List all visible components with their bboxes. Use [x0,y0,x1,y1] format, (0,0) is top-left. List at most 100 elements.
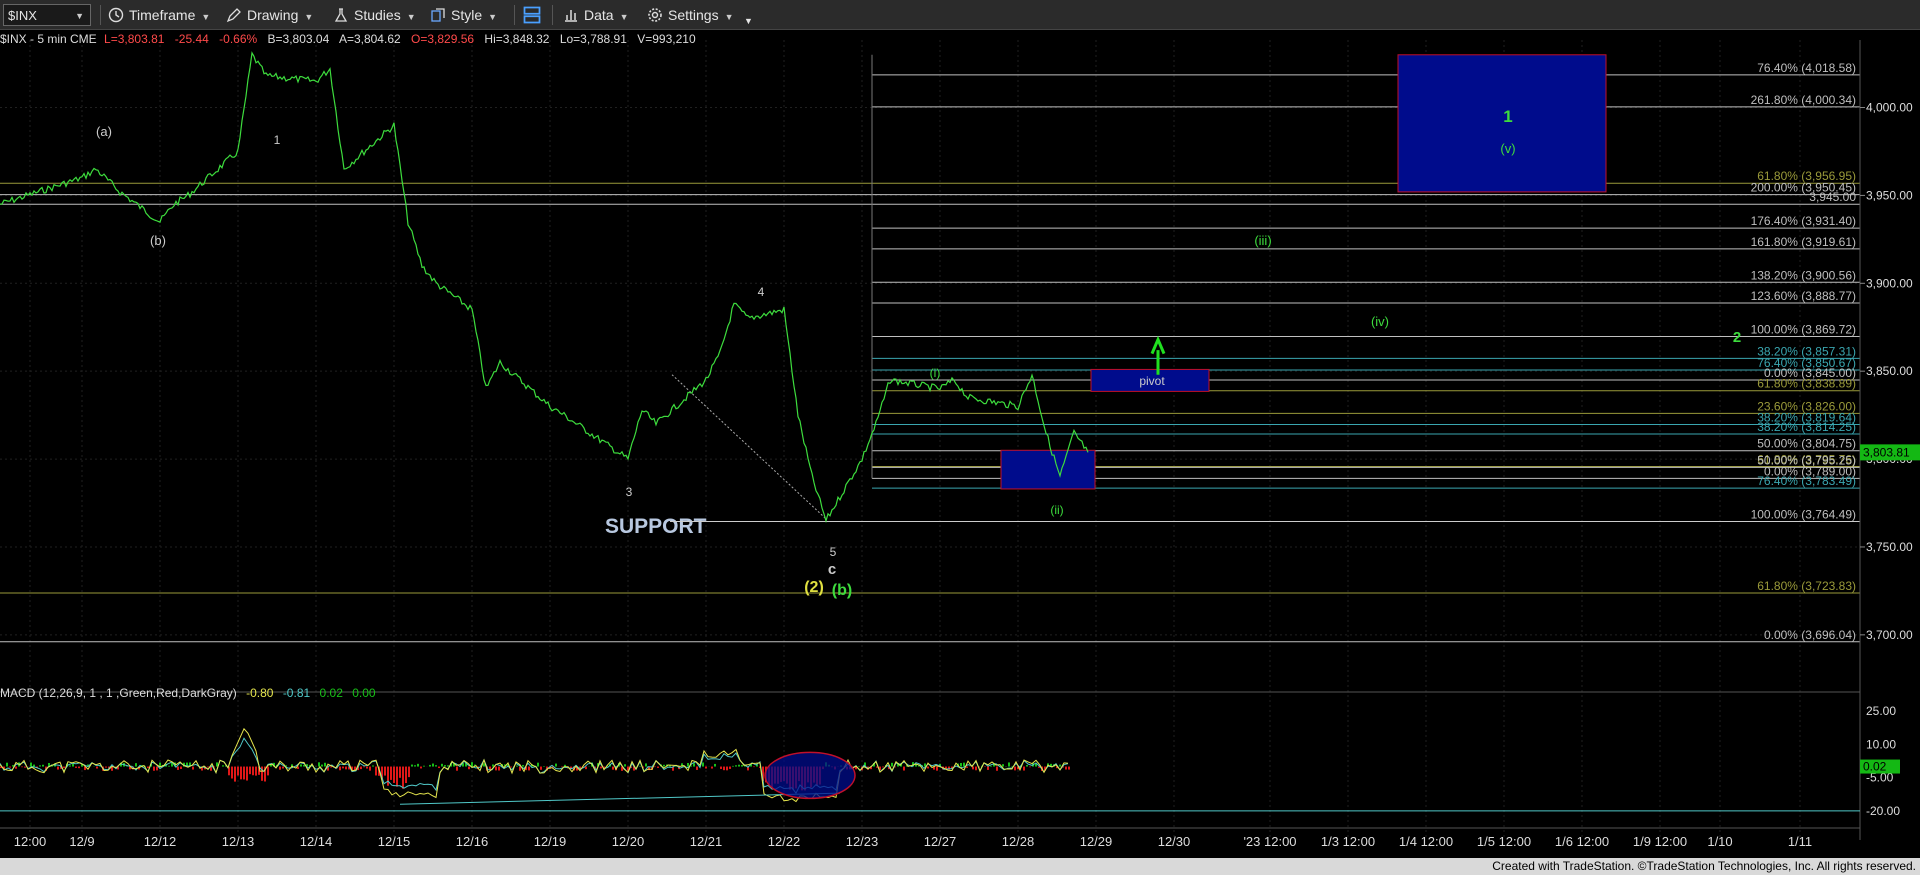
wave-label: (i) [930,366,941,380]
data-label: Data [584,7,614,23]
macd-histogram-bar [372,765,374,767]
macd-histogram-bar [222,765,224,767]
macd-histogram-bar [318,762,320,767]
price-tick-label: 3,700.00 [1866,628,1913,642]
macd-tick-label: -20.00 [1866,804,1900,818]
macd-histogram-bar [393,766,395,783]
macd-histogram-bar [180,766,182,769]
timeframe-menu[interactable]: Timeframe ▼ [108,4,210,26]
macd-histogram-bar [267,766,269,776]
price-info-bar: $INX - 5 min CME L=3,803.81 -25.44 -0.66… [0,32,703,46]
time-tick-label: 1/5 12:00 [1477,834,1531,849]
macd-histogram-bar [72,763,74,767]
macd-histogram-bar [435,765,437,767]
price-tick-label: 3,750.00 [1866,540,1913,554]
macd-histogram-bar [528,766,530,771]
macd-histogram-bar [654,766,656,768]
macd-histogram-bar [345,766,347,770]
macd-histogram-bar [252,766,254,776]
macd-histogram-bar [423,765,425,767]
wave-label: (ii) [1050,503,1063,517]
time-tick-label: 12/19 [534,834,567,849]
price-axis[interactable]: 4,000.003,950.003,900.003,850.003,800.00… [1859,40,1920,840]
macd-histogram-bar [522,765,524,767]
macd-histogram-bar [966,766,968,768]
toolbar-overflow-button[interactable]: ▼ [744,10,753,32]
macd-histogram-bar [489,766,491,770]
macd-histogram-bar [987,766,989,770]
macd-histogram-bar [24,766,26,768]
time-tick-label: 12/23 [846,834,879,849]
drawing-menu[interactable]: Drawing ▼ [226,4,313,26]
macd-histogram-bar [147,766,149,769]
fib-label: 161.80% (3,919.61) [1751,235,1856,249]
macd-histogram-bar [255,766,257,776]
fib-label: 76.40% (4,018.58) [1757,61,1856,75]
settings-menu[interactable]: Settings ▼ [647,4,734,26]
macd-histogram-bar [324,762,326,767]
price-tick-label: 4,000.00 [1866,101,1913,115]
macd-histogram-bar [540,766,542,770]
macd-histogram-bar [63,766,65,769]
time-axis[interactable]: 12:00 12/9 12/12 12/13 12/14 12/15 12/16 12/19 1… [0,827,1860,849]
wave-label: 3 [626,485,633,499]
fib-label: 38.20% (3,814.25) [1757,420,1856,434]
macd-histogram-bar [492,764,494,767]
macd-histogram-bar [417,763,419,767]
toolbar-divider [552,5,553,25]
macd-histogram-bar [447,765,449,767]
low-price: Lo=3,788.91 [559,32,627,46]
macd-histogram-bar [243,766,245,780]
time-tick-label: 12/28 [1002,834,1035,849]
time-tick-label: 12/15 [378,834,411,849]
macd-histogram-bar [729,766,731,769]
toolbar-divider [100,5,101,25]
time-tick-label: 12/30 [1158,834,1191,849]
time-tick-label: 12/12 [144,834,177,849]
macd-histogram-bar [21,766,23,768]
macd-histogram-bar [399,766,401,778]
macd-histogram-bar [384,766,386,776]
timeframe-label: Timeframe [129,7,196,23]
macd-histogram-bar [519,766,521,771]
wave-label: (b) [832,582,852,599]
macd-histogram-bar [321,764,323,767]
macd-tick-label: 10.00 [1866,737,1896,751]
macd-histogram-bar [483,763,485,767]
data-menu[interactable]: Data ▼ [563,4,629,26]
macd-histogram-bar [375,766,377,776]
macd-histogram-bar [1068,766,1070,770]
style-menu[interactable]: Style ▼ [430,4,497,26]
price-tick-label: 3,850.00 [1866,364,1913,378]
macd-histogram-bar [738,764,740,767]
macd-histogram-bar [1065,766,1067,770]
macd-histogram-bar [282,766,284,769]
symbol-input[interactable]: $INX ▼ [3,4,91,26]
layout-button[interactable] [522,4,547,26]
current-price-label: 3,803.81 [1863,445,1910,459]
macd-current-label: 0.02 [1863,760,1887,774]
price-tick-label: 3,950.00 [1866,188,1913,202]
chevron-down-icon: ▼ [304,12,314,22]
macd-histogram-bar [405,766,407,784]
style-icon [431,8,445,22]
macd-histogram-bar [975,766,977,771]
studies-label: Studies [354,7,401,23]
macd-histogram-bar [903,766,905,771]
fib-label: 61.80% (3,838.89) [1757,377,1856,391]
time-tick-label: 12/27 [924,834,957,849]
macd-divergence-oval [764,751,856,800]
chevron-down-icon: ▼ [724,12,734,22]
macd-histogram-bar [564,764,566,767]
chart-surface[interactable]: 76.40% (4,018.58) 261.80% (4,000.34) 61.80… [0,30,1920,858]
fib-label: 0.00% (3,696.04) [1764,628,1856,642]
chevron-down-icon: ▼ [406,12,416,22]
macd-histogram-bar [411,764,413,767]
drawing-label: Drawing [247,7,299,23]
flask-icon [334,8,348,22]
macd-trend-line [399,792,841,805]
footer-copyright: Created with TradeStation. ©TradeStation… [0,858,1920,875]
fib-label: 261.80% (4,000.34) [1751,93,1856,107]
studies-menu[interactable]: Studies ▼ [333,4,416,26]
macd-signal-value: -0.81 [282,686,311,700]
